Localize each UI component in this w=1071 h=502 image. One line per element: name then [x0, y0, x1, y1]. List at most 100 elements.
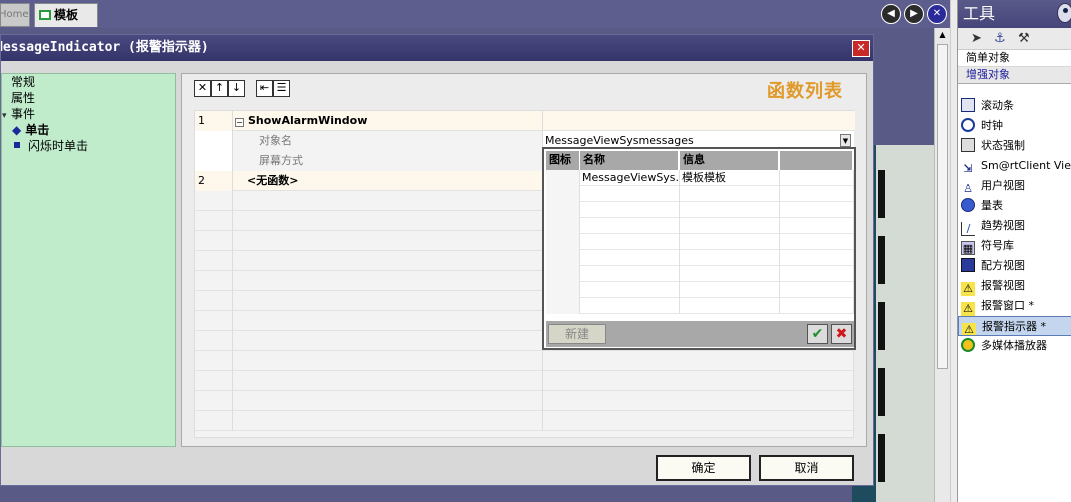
expand-icon[interactable]: ▾: [2, 108, 11, 124]
tool-item-label: 报警视图: [981, 279, 1025, 292]
empty-row: [195, 411, 855, 431]
screen-element: [878, 170, 885, 218]
delete-function-button[interactable]: ✕: [194, 80, 211, 97]
workspace-scrollbar[interactable]: ▲: [934, 28, 950, 502]
tree-item-events[interactable]: ▾ 事件: [2, 106, 35, 122]
pin-icon[interactable]: [1057, 3, 1071, 23]
category-simple-objects[interactable]: 简单对象: [958, 50, 1071, 67]
ok-button[interactable]: 确定: [656, 455, 751, 481]
parameter-label: 对象名: [233, 131, 543, 151]
function-list-title: 函数列表: [767, 81, 843, 102]
new-object-button[interactable]: 新建: [548, 324, 606, 344]
event-diamond-icon: ◆: [12, 123, 22, 137]
panel-splitter[interactable]: [950, 0, 957, 502]
scrollbar-thumb[interactable]: [937, 44, 948, 369]
cancel-button[interactable]: 取消: [759, 455, 854, 481]
tool-item-alarm-window[interactable]: ⚠ 报警窗口 *: [958, 296, 1071, 316]
tool-item-alarm-indicator[interactable]: ⚠ 报警指示器 *: [958, 316, 1071, 336]
list-item: [546, 266, 854, 282]
property-tree: 常规 属性 ▾ 事件 ◆ 单击 闪烁时单击: [1, 73, 176, 447]
function-name-cell[interactable]: − ShowAlarmWindow: [233, 111, 543, 131]
tree-item-click-when-flashing[interactable]: 闪烁时单击: [14, 138, 88, 154]
tool-item-user-view[interactable]: ♙ 用户视图: [958, 176, 1071, 196]
popup-footer: 新建 ✔ ✖: [546, 321, 854, 347]
pointer-icon[interactable]: ➤: [971, 31, 982, 46]
clock-icon: [961, 118, 975, 132]
object-name-cell: MessageViewSys...: [582, 170, 680, 186]
tool-item-label: 趋势视图: [981, 219, 1025, 232]
column-header-extra[interactable]: [780, 151, 853, 170]
column-header-name[interactable]: 名称: [580, 151, 679, 170]
category-enhanced-objects[interactable]: 增强对象: [958, 67, 1071, 84]
tool-item-label: 时钟: [981, 119, 1003, 132]
recipe-view-icon: [961, 258, 975, 272]
tree-item-click[interactable]: ◆ 单击: [12, 122, 49, 138]
tools-title: 工具: [958, 0, 1071, 28]
tab-home[interactable]: Home: [0, 3, 30, 27]
tool-item-label: 状态强制: [981, 139, 1025, 152]
object-extra-cell: [780, 170, 854, 186]
function-row[interactable]: 1 − ShowAlarmWindow: [195, 111, 855, 131]
row-number: [195, 151, 233, 171]
tool-item-label: 符号库: [981, 239, 1014, 252]
move-up-button[interactable]: ↑: [211, 80, 228, 97]
tab-template[interactable]: 模板: [34, 3, 98, 27]
list-item: [546, 234, 854, 250]
dialog-title: MessageIndicator (报警指示器): [1, 35, 873, 61]
cancel-x-icon[interactable]: ✖: [831, 324, 852, 344]
dialog-close-button[interactable]: ✕: [852, 40, 870, 57]
list-item[interactable]: MessageViewSys... 模板模板: [546, 170, 854, 186]
list-item: [546, 282, 854, 298]
scroll-up-icon[interactable]: ▲: [937, 30, 948, 42]
tool-item-label: 量表: [981, 199, 1003, 212]
tab-template-label: 模板: [54, 8, 79, 22]
tools-icon[interactable]: ⚒: [1018, 31, 1030, 46]
tree-item-properties[interactable]: 属性: [11, 90, 35, 106]
tree-item-general[interactable]: 常规: [11, 74, 35, 90]
function-name: <无函数>: [247, 174, 299, 187]
screen-element: [878, 236, 885, 284]
tools-panel: 工具 ➤ ⚓ ⚒ 简单对象 增强对象 滚动条 时钟 状态强制 ⇲ Sm@rtCli…: [957, 0, 1071, 502]
move-down-button[interactable]: ↓: [228, 80, 245, 97]
tree-item-label: 事件: [11, 107, 36, 121]
column-header-icon[interactable]: 图标: [546, 151, 580, 170]
collapse-icon[interactable]: −: [235, 118, 244, 127]
function-name: ShowAlarmWindow: [248, 114, 368, 127]
tool-item-recipe-view[interactable]: 配方视图: [958, 256, 1071, 276]
row-number: 2: [195, 171, 233, 191]
dropdown-arrow-icon[interactable]: ▼: [840, 134, 851, 147]
tree-item-label: 单击: [25, 123, 50, 137]
list-button[interactable]: ☰: [273, 80, 290, 97]
tool-item-status-force[interactable]: 状态强制: [958, 136, 1071, 156]
confirm-check-icon[interactable]: ✔: [807, 324, 828, 344]
tool-item-label: 滚动条: [981, 99, 1014, 112]
tool-item-alarm-view[interactable]: ⚠ 报警视图: [958, 276, 1071, 296]
close-tab-button[interactable]: ✕: [927, 4, 947, 24]
tool-item-clock[interactable]: 时钟: [958, 116, 1071, 136]
tool-item-label: 用户视图: [981, 179, 1025, 192]
tree-item-label: 属性: [11, 91, 36, 105]
object-select-popup: 图标 名称 信息 MessageViewSys... 模板模板 新建 ✔ ✖: [542, 147, 856, 350]
trend-view-icon: ∕: [961, 222, 975, 236]
parameter-label: 屏幕方式: [233, 151, 543, 171]
function-name-cell[interactable]: <无函数>: [233, 171, 543, 191]
smartclient-view-icon: ⇲: [963, 162, 973, 175]
list-item: [546, 186, 854, 202]
anchor-icon[interactable]: ⚓: [994, 31, 1006, 46]
tool-item-gauge[interactable]: 量表: [958, 196, 1071, 216]
tool-item-scroll-bar[interactable]: 滚动条: [958, 96, 1071, 116]
list-item: [546, 218, 854, 234]
prev-tab-button[interactable]: ◀: [881, 4, 901, 24]
tool-item-media-player[interactable]: 多媒体播放器: [958, 336, 1071, 356]
tool-item-symbol-library[interactable]: ▦ 符号库: [958, 236, 1071, 256]
list-item: [546, 250, 854, 266]
column-header-info[interactable]: 信息: [680, 151, 779, 170]
outdent-button[interactable]: ⇤: [256, 80, 273, 97]
next-tab-button[interactable]: ▶: [904, 4, 924, 24]
tool-item-smartclient[interactable]: ⇲ Sm@rtClient Vie: [958, 156, 1071, 176]
tree-item-label: 常规: [11, 75, 36, 89]
tool-item-trend-view[interactable]: ∕ 趋势视图: [958, 216, 1071, 236]
alarm-view-icon: ⚠: [961, 282, 975, 296]
tool-item-label: Sm@rtClient Vie: [981, 159, 1071, 172]
user-view-icon: ♙: [963, 182, 973, 195]
